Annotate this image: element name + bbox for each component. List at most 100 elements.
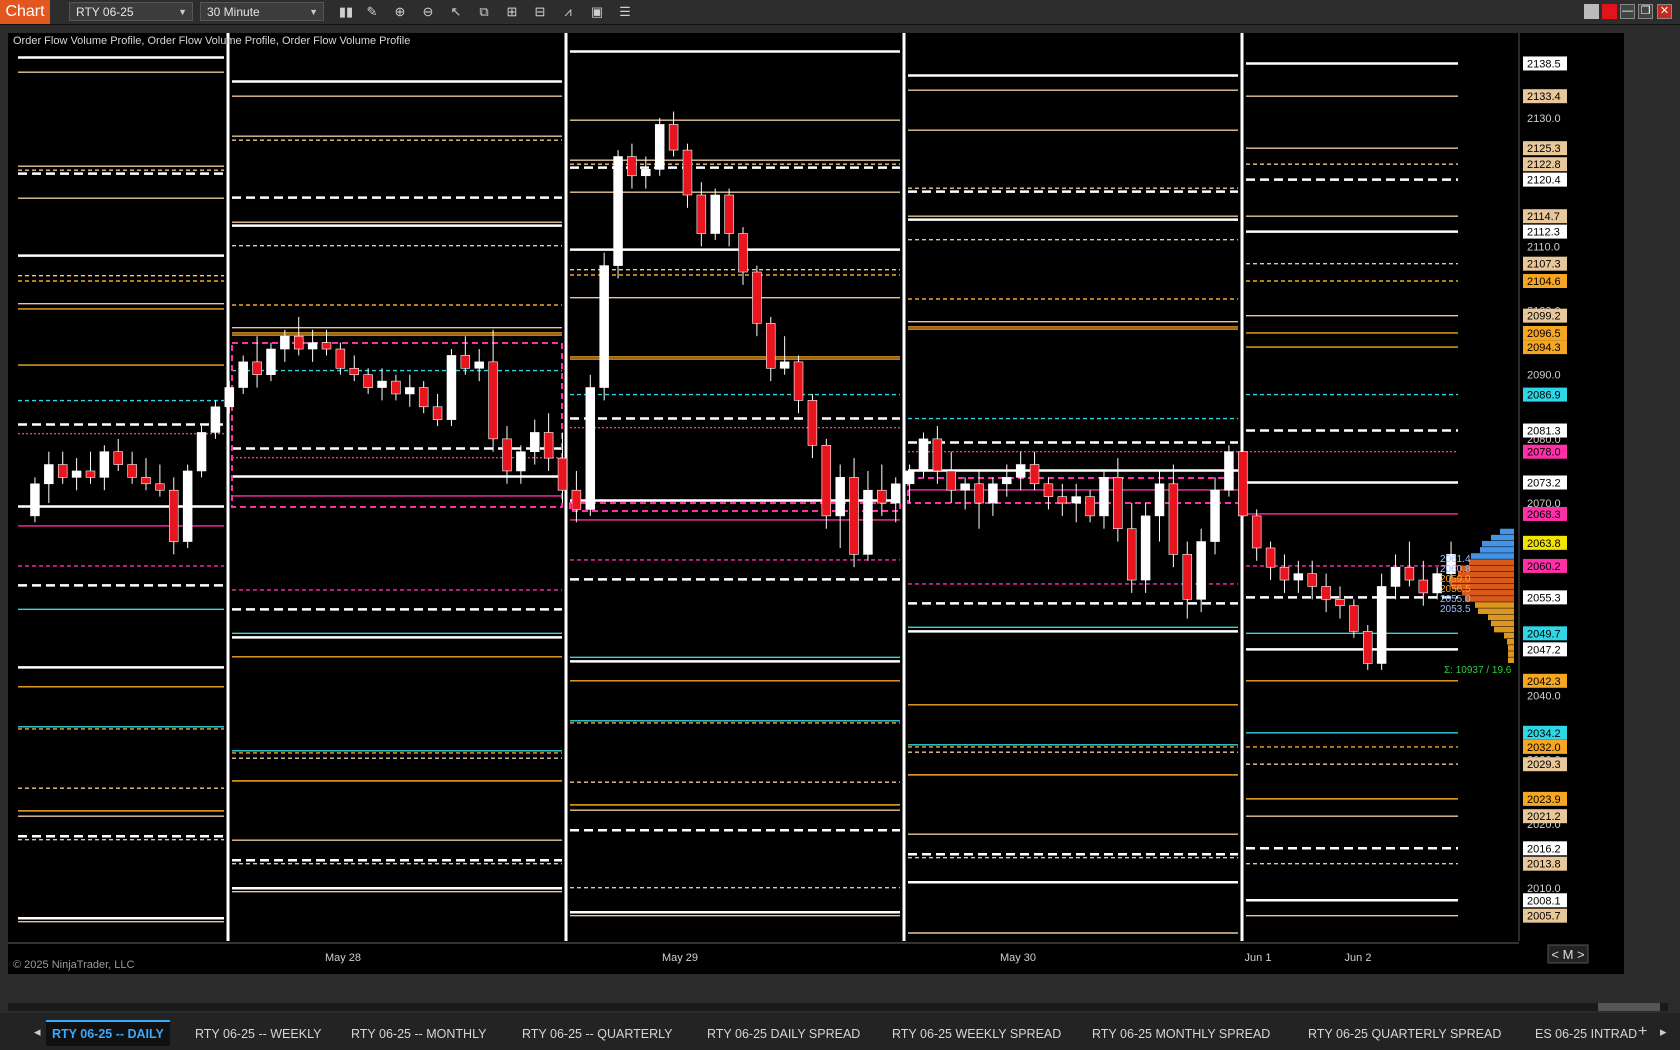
window-color-icon[interactable] (1584, 4, 1599, 19)
candle-body (571, 489, 582, 510)
instrument-value: RTY 06-25 (76, 5, 134, 19)
candle-body (932, 438, 943, 472)
candle-body (863, 489, 873, 555)
price-marker-label: 2032.0 (1527, 742, 1561, 754)
candle-body (418, 387, 429, 408)
chevron-down-icon: ▼ (178, 7, 187, 17)
list-menu-icon[interactable]: ☰ (616, 3, 634, 21)
pencil-draw-icon[interactable]: ✎ (363, 3, 381, 21)
price-marker-label: 2021.2 (1527, 811, 1561, 823)
tab-4[interactable]: RTY 06-25 -- QUARTERLY (522, 1022, 673, 1046)
candle-body (766, 323, 776, 369)
candle-body (946, 470, 956, 491)
price-marker-label: 2096.5 (1527, 328, 1561, 340)
candle-body (918, 438, 929, 472)
candle-body (155, 483, 165, 491)
minimize-icon[interactable]: — (1620, 4, 1635, 19)
candle-body (30, 483, 40, 517)
candle-body (696, 194, 707, 234)
instrument-selector[interactable]: RTY 06-25 ▼ (69, 2, 193, 21)
price-marker-label: 2104.6 (1527, 276, 1561, 288)
horizontal-scrollbar[interactable] (8, 1003, 1668, 1011)
strategies-icon[interactable]: ⊟ (531, 3, 549, 21)
tab-scroll-right-icon[interactable]: ▸ (1660, 1024, 1667, 1040)
volume-profile-bar (1478, 608, 1514, 614)
candle-body (1265, 547, 1276, 568)
properties-icon[interactable]: ⊞ (503, 3, 521, 21)
price-marker-label: 2023.9 (1527, 794, 1561, 806)
candle-body (446, 355, 457, 420)
tab-scroll-left-icon[interactable]: ◂ (34, 1024, 41, 1040)
volume-profile-bar (1504, 632, 1514, 639)
candle-body (335, 348, 346, 369)
time-axis-label: Jun 2 (1345, 952, 1372, 964)
candle-body (432, 406, 443, 420)
data-box-icon[interactable]: ⧉ (475, 3, 493, 21)
candle-body (474, 361, 484, 369)
volume-profile-bar (1488, 614, 1514, 621)
candle-body (1390, 566, 1401, 587)
candle-body (1029, 464, 1040, 485)
indicators-icon[interactable]: ⩘ (559, 3, 577, 21)
tab-5[interactable]: RTY 06-25 DAILY SPREAD (707, 1022, 860, 1046)
volume-profile-bar (1465, 596, 1514, 602)
price-marker-label: 2068.3 (1527, 509, 1561, 521)
timeframe-value: 30 Minute (207, 5, 260, 19)
candle-body (113, 451, 123, 465)
candle-body (682, 149, 693, 196)
price-marker-label: 2125.3 (1527, 143, 1561, 155)
price-marker-label: 2060.2 (1527, 561, 1561, 573)
tab-1[interactable]: RTY 06-25 -- DAILY (46, 1020, 170, 1046)
candle-body (807, 400, 818, 446)
chart-trader-icon[interactable]: ▣ (588, 3, 606, 21)
zoom-in-icon[interactable]: ⊕ (391, 3, 409, 21)
price-tick-label: 2040.0 (1527, 691, 1561, 703)
candle-body (1099, 477, 1109, 517)
candle-body (169, 489, 179, 542)
candle-body (627, 156, 637, 177)
candle-body (1293, 573, 1304, 581)
tab-6[interactable]: RTY 06-25 WEEKLY SPREAD (892, 1022, 1061, 1046)
price-marker-label: 2047.2 (1527, 644, 1561, 656)
price-chart[interactable]: 2061.42060.82059.02056.52055.02053.5Σ: 1… (8, 33, 1624, 974)
price-marker-label: 2107.3 (1527, 259, 1561, 271)
candle-body (1279, 566, 1290, 581)
volume-profile-total: Σ: 10937 / 19.6 (1444, 665, 1512, 676)
candle-body (280, 335, 290, 350)
price-marker-label: 2005.7 (1527, 911, 1561, 923)
restore-icon[interactable]: ❐ (1638, 4, 1653, 19)
candle-body (835, 477, 845, 517)
price-marker-label: 2042.3 (1527, 676, 1561, 688)
candle-body (1335, 599, 1345, 607)
volume-profile-bar (1475, 602, 1514, 608)
zoom-out-icon[interactable]: ⊖ (419, 3, 437, 21)
tab-9[interactable]: ES 06-25 INTRAD (1535, 1022, 1637, 1046)
price-marker-label: 2055.3 (1527, 592, 1561, 604)
cursor-pointer-icon[interactable]: ↖ (447, 3, 465, 21)
scrollbar-thumb[interactable] (1598, 1003, 1660, 1011)
candle-body (1182, 554, 1193, 600)
candle-body (1085, 496, 1095, 517)
close-icon[interactable]: ✕ (1657, 4, 1672, 19)
tab-3[interactable]: RTY 06-25 -- MONTHLY (351, 1022, 486, 1046)
time-axis-label: Jun 1 (1245, 952, 1272, 964)
tab-7[interactable]: RTY 06-25 MONTHLY SPREAD (1092, 1022, 1270, 1046)
price-marker-label: 2063.8 (1527, 538, 1561, 550)
tab-8[interactable]: RTY 06-25 QUARTERLY SPREAD (1308, 1022, 1501, 1046)
candle-body (1043, 483, 1054, 497)
chart-panel[interactable]: 2061.4 2060.8 2059.0 2056.5 2055.0 2053.5 Σ: 1… (8, 33, 1624, 974)
candle-body (1363, 631, 1373, 664)
candle-body (210, 406, 221, 433)
candle-body (1251, 515, 1262, 549)
candle-body (904, 470, 915, 485)
tab-2[interactable]: RTY 06-25 -- WEEKLY (195, 1022, 321, 1046)
volume-profile-bar (1500, 528, 1514, 535)
add-tab-icon[interactable]: + (1638, 1023, 1647, 1041)
price-marker-label: 2081.3 (1527, 426, 1561, 438)
time-axis-label: May 29 (662, 952, 698, 964)
timeframe-selector[interactable]: 30 Minute ▼ (200, 2, 324, 21)
link-color-icon[interactable] (1602, 4, 1617, 19)
poc-box (231, 342, 563, 508)
bar-type-icon[interactable]: ▮▮ (337, 3, 355, 21)
candle-body (1376, 586, 1387, 664)
